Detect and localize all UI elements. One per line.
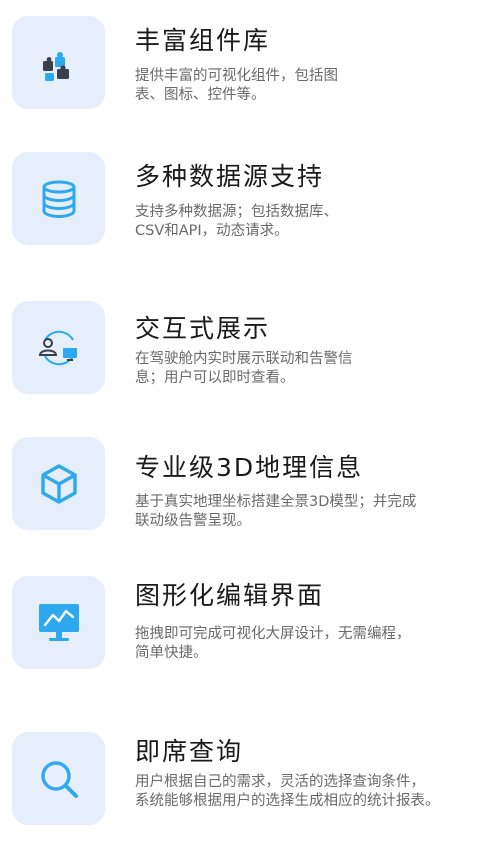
feature-rich-components: 丰富组件库 提供丰富的可视化组件，包括图 表、图标、控件等。	[0, 14, 500, 134]
feature-title: 专业级3D地理信息	[135, 453, 364, 482]
feature-title: 即席查询	[135, 737, 244, 766]
feature-description: 基于真实地理坐标搭建全景3D模型；并完成 联动级告警呈现。	[135, 494, 417, 529]
feature-title: 图形化编辑界面	[135, 581, 325, 610]
puzzle-icon	[37, 41, 81, 85]
icon-tile	[12, 301, 105, 394]
feature-description: 支持多种数据源；包括数据库、 CSV和API，动态请求。	[135, 204, 338, 239]
feature-description: 用户根据自己的需求，灵活的选择查询条件， 系统能够根据用户的选择生成相应的统计报…	[135, 774, 440, 809]
feature-multi-datasource: 多种数据源支持 支持多种数据源；包括数据库、 CSV和API，动态请求。	[0, 150, 500, 270]
icon-tile	[12, 437, 105, 530]
feature-title: 多种数据源支持	[135, 162, 325, 191]
feature-adhoc-query: 即席查询 用户根据自己的需求，灵活的选择查询条件， 系统能够根据用户的选择生成相…	[0, 731, 500, 851]
icon-tile	[12, 576, 105, 669]
cube-icon	[36, 461, 82, 507]
icon-tile	[12, 16, 105, 109]
feature-title: 交互式展示	[135, 314, 271, 343]
search-icon	[36, 756, 82, 802]
database-icon	[37, 177, 81, 221]
feature-description: 提供丰富的可视化组件，包括图 表、图标、控件等。	[135, 68, 338, 103]
feature-3d-geo: 专业级3D地理信息 基于真实地理坐标搭建全景3D模型；并完成 联动级告警呈现。	[0, 436, 500, 556]
feature-description: 在驾驶舱内实时展示联动和告警信 息；用户可以即时查看。	[135, 351, 353, 386]
chart-monitor-icon	[35, 600, 83, 646]
feature-interactive-display: 交互式展示 在驾驶舱内实时展示联动和告警信 息；用户可以即时查看。	[0, 300, 500, 420]
feature-title: 丰富组件库	[135, 26, 271, 55]
icon-tile	[12, 152, 105, 245]
icon-tile	[12, 732, 105, 825]
user-sync-icon	[35, 324, 83, 372]
feature-description: 拖拽即可完成可视化大屏设计，无需编程， 简单快捷。	[135, 626, 411, 661]
feature-visual-editor: 图形化编辑界面 拖拽即可完成可视化大屏设计，无需编程， 简单快捷。	[0, 575, 500, 695]
